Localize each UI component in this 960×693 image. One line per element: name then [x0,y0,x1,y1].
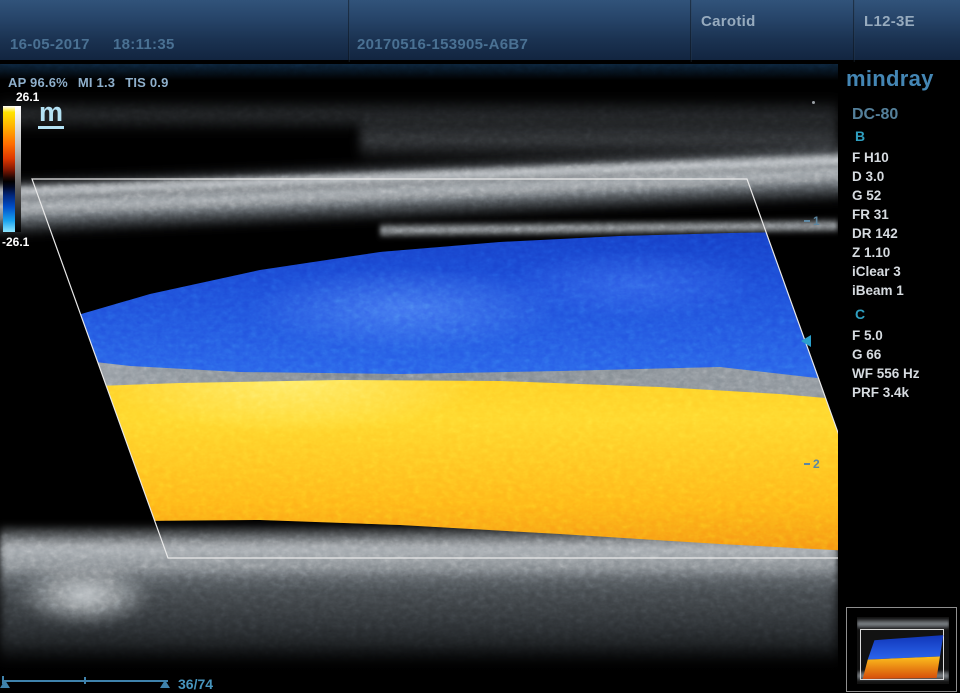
mi-value: MI 1.3 [78,75,115,90]
thumb-tissue-layer [857,619,949,629]
c-mode-label: C [855,306,865,322]
ultrasound-image: AP 96.6% MI 1.3 TIS 0.9 26.1 -26.1 m 1 2 [0,64,838,676]
system-model: DC-80 [852,106,898,124]
tis-value: TIS 0.9 [125,75,168,90]
header-bar: 16-05-2017 18:11:35 20170516-153905-A6B7… [0,0,960,62]
header-divider [853,0,855,62]
clip-thumbnail-panel[interactable] [846,607,957,692]
ultrasound-screen: 16-05-2017 18:11:35 20170516-153905-A6B7… [0,0,960,693]
param-prf: PRF 3.4k [852,383,958,402]
depth-label: 2 [813,457,820,471]
param-frequency: F H10 [852,148,958,167]
cine-position-marker-icon[interactable] [160,680,170,688]
color-scale-min: -26.1 [2,235,29,249]
tissue-layer [15,564,155,626]
header-divider [348,0,350,62]
color-scale-bar [3,106,21,232]
header-divider [690,0,692,62]
focus-position-icon[interactable] [801,335,811,347]
param-wall-filter: WF 556 Hz [852,364,958,383]
depth-marker-1: 1 [804,214,820,228]
b-mode-params: F H10 D 3.0 G 52 FR 31 DR 142 Z 1.10 iCl… [852,148,958,300]
param-depth: D 3.0 [852,167,958,186]
acoustic-output-readout: AP 96.6% MI 1.3 TIS 0.9 [8,75,179,90]
exam-id: 20170516-153905-A6B7 [357,36,528,53]
depth-tick [804,220,810,222]
cine-progress-bar[interactable]: 36/74 [0,676,400,693]
color-scale-max: 26.1 [16,90,39,104]
ap-value: AP 96.6% [8,75,68,90]
param-frame-rate: FR 31 [852,205,958,224]
depth-tick [804,463,810,465]
depth-label: 1 [813,214,820,228]
depth-zero-dot [812,101,815,104]
c-mode-params: F 5.0 G 66 WF 556 Hz PRF 3.4k [852,326,958,402]
exam-preset[interactable]: Carotid [701,13,756,30]
mindray-logo: mindray [846,66,934,92]
doppler-color-strip [3,106,15,232]
gray-scale-strip [15,106,21,232]
exam-time: 18:11:35 [113,36,175,53]
param-c-gain: G 66 [852,345,958,364]
param-dynamic-range: DR 142 [852,224,958,243]
param-c-frequency: F 5.0 [852,326,958,345]
param-gain: G 52 [852,186,958,205]
depth-marker-2: 2 [804,457,820,471]
cine-start-marker-icon[interactable] [0,680,10,688]
frame-counter: 36/74 [178,676,213,692]
cine-mid-tick [84,677,86,684]
exam-date: 16-05-2017 [10,36,90,53]
parameter-sidebar: mindray DC-80 B F H10 D 3.0 G 52 FR 31 D… [838,64,960,693]
b-mode-label: B [855,128,865,144]
tissue-layer [0,644,838,676]
param-zoom: Z 1.10 [852,243,958,262]
param-ibeam: iBeam 1 [852,281,958,300]
m-watermark-icon: m [38,99,64,129]
param-iclear: iClear 3 [852,262,958,281]
thumb-roi-outline [860,629,944,680]
clip-thumbnail-image[interactable] [857,617,949,684]
probe-name[interactable]: L12-3E [864,13,915,30]
